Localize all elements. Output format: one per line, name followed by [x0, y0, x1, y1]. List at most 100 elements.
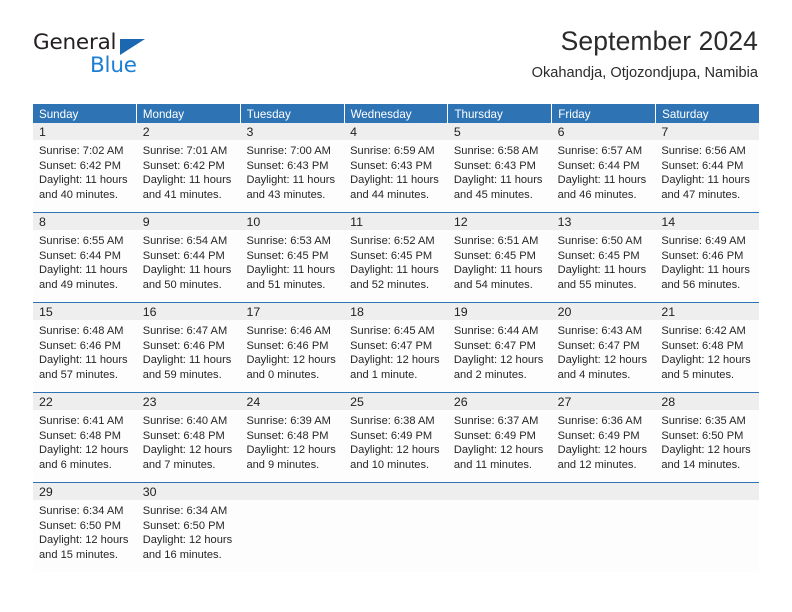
day-number[interactable]: 11 [344, 213, 448, 230]
day-number[interactable]: 28 [655, 393, 759, 410]
day-number[interactable]: 24 [240, 393, 344, 410]
weekday-header-wednesday: Wednesday [344, 104, 448, 123]
day-number[interactable]: 20 [552, 303, 656, 320]
sunset-time: Sunset: 6:45 PM [350, 249, 433, 262]
sunrise-time: Sunrise: 6:48 AM [39, 325, 124, 337]
day-number[interactable]: 10 [240, 213, 344, 230]
day-number[interactable]: 3 [240, 123, 344, 140]
day-number[interactable]: 23 [137, 393, 241, 410]
logo-text-general: General [33, 30, 117, 55]
day-cell[interactable]: Sunrise: 6:34 AM Sunset: 6:50 PM Daylight:… [33, 500, 137, 572]
daylight-duration-line2: and 43 minutes. [246, 188, 326, 201]
day-number[interactable]: 2 [137, 123, 241, 140]
weekday-header-tuesday: Tuesday [240, 104, 344, 123]
sunrise-time: Sunrise: 6:50 AM [557, 235, 643, 247]
day-cell[interactable]: Sunrise: 6:52 AM Sunset: 6:45 PM Daylight:… [344, 230, 448, 302]
sunset-time: Sunset: 6:47 PM [453, 339, 536, 352]
day-number[interactable]: 9 [137, 213, 241, 230]
day-number[interactable]: 17 [240, 303, 344, 320]
day-cell[interactable]: Sunrise: 6:56 AM Sunset: 6:44 PM Daylight:… [655, 140, 759, 212]
day-cell[interactable]: Sunrise: 6:55 AM Sunset: 6:44 PM Daylight:… [33, 230, 137, 302]
title-block: September 2024 Okahandja, Otjozondjupa, … [532, 24, 758, 85]
sunrise-time: Sunrise: 7:00 AM [246, 145, 331, 157]
day-cell[interactable]: Sunrise: 6:35 AM Sunset: 6:50 PM Daylight:… [655, 410, 759, 482]
daylight-duration-line2: and 16 minutes. [142, 548, 222, 561]
day-cell[interactable]: Sunrise: 6:42 AM Sunset: 6:48 PM Daylight:… [655, 320, 759, 392]
day-cell[interactable]: Sunrise: 6:34 AM Sunset: 6:50 PM Daylight:… [137, 500, 241, 572]
daylight-duration-line2: and 47 minutes. [661, 188, 741, 201]
day-number[interactable]: 13 [552, 213, 656, 230]
sunrise-time: Sunrise: 6:58 AM [453, 145, 539, 157]
day-detail-row: Sunrise: 6:48 AM Sunset: 6:46 PM Daylight:… [33, 320, 759, 392]
day-number[interactable]: 5 [448, 123, 552, 140]
day-number[interactable]: 19 [448, 303, 552, 320]
daylight-duration-line2: and 40 minutes. [39, 188, 118, 201]
day-cell[interactable]: Sunrise: 7:02 AM Sunset: 6:42 PM Daylight:… [33, 140, 137, 212]
daylight-duration-line1: Daylight: 12 hours [142, 444, 233, 457]
sunrise-time: Sunrise: 6:38 AM [350, 415, 435, 427]
day-number-row: 1234567 [33, 123, 759, 140]
day-cell[interactable]: Sunrise: 6:36 AM Sunset: 6:49 PM Daylight:… [552, 410, 656, 482]
day-number[interactable]: 7 [655, 123, 759, 140]
daylight-duration-line2: and 5 minutes. [661, 368, 735, 381]
generalblue-logo[interactable]: General Blue [33, 30, 253, 86]
weekday-header-saturday: Saturday [656, 104, 760, 123]
day-number[interactable]: 4 [344, 123, 448, 140]
day-cell[interactable]: Sunrise: 6:54 AM Sunset: 6:44 PM Daylight:… [137, 230, 241, 302]
daylight-duration-line1: Daylight: 11 hours [39, 354, 128, 367]
day-cell[interactable]: Sunrise: 6:48 AM Sunset: 6:46 PM Daylight:… [33, 320, 137, 392]
day-number[interactable]: 14 [655, 213, 759, 230]
daylight-duration-line1: Daylight: 12 hours [557, 354, 648, 367]
day-number[interactable]: 26 [448, 393, 552, 410]
day-number[interactable]: 29 [33, 483, 137, 500]
sunset-time: Sunset: 6:45 PM [246, 249, 329, 262]
day-cell[interactable]: Sunrise: 7:00 AM Sunset: 6:43 PM Daylight:… [240, 140, 344, 212]
day-cell[interactable]: Sunrise: 6:44 AM Sunset: 6:47 PM Daylight:… [448, 320, 552, 392]
day-number[interactable]: 15 [33, 303, 137, 320]
day-number[interactable]: 8 [33, 213, 137, 230]
day-detail-row: Sunrise: 6:41 AM Sunset: 6:48 PM Daylight:… [33, 410, 759, 482]
day-cell[interactable]: Sunrise: 6:39 AM Sunset: 6:48 PM Daylight:… [240, 410, 344, 482]
day-cell[interactable]: Sunrise: 6:40 AM Sunset: 6:48 PM Daylight:… [137, 410, 241, 482]
day-number-row: 8 9 10 11 12 13 14 [33, 213, 759, 230]
daylight-duration-line2: and 12 minutes. [557, 458, 637, 471]
day-cell[interactable]: Sunrise: 6:59 AM Sunset: 6:43 PM Daylight:… [344, 140, 448, 212]
day-cell[interactable]: Sunrise: 6:38 AM Sunset: 6:49 PM Daylight:… [344, 410, 448, 482]
day-cell[interactable]: Sunrise: 6:45 AM Sunset: 6:47 PM Daylight:… [344, 320, 448, 392]
day-cell[interactable]: Sunrise: 7:01 AM Sunset: 6:42 PM Daylight:… [137, 140, 241, 212]
day-number[interactable]: 12 [448, 213, 552, 230]
day-cell[interactable]: Sunrise: 6:46 AM Sunset: 6:46 PM Daylight:… [240, 320, 344, 392]
day-number[interactable]: 1 [33, 123, 137, 140]
day-number[interactable]: 30 [137, 483, 241, 500]
daylight-duration-line2: and 10 minutes. [350, 458, 430, 471]
day-number[interactable]: 16 [137, 303, 241, 320]
day-cell[interactable]: Sunrise: 6:37 AM Sunset: 6:49 PM Daylight:… [448, 410, 552, 482]
day-number[interactable]: 21 [655, 303, 759, 320]
day-cell[interactable]: Sunrise: 6:41 AM Sunset: 6:48 PM Daylight:… [33, 410, 137, 482]
calendar-week-row: 1 2 3 4 5 6 7 Sunrise: 7:02 AM Sunset: 6:42 PM Da… [33, 123, 759, 212]
sunset-time: Sunset: 6:50 PM [661, 429, 744, 442]
day-cell-empty [240, 500, 344, 572]
sunset-time: Sunset: 6:42 PM [39, 159, 122, 172]
day-cell[interactable]: Sunrise: 6:47 AM Sunset: 6:46 PM Daylight:… [137, 320, 241, 392]
day-number[interactable]: 27 [552, 393, 656, 410]
sunrise-time: Sunrise: 6:59 AM [350, 145, 435, 157]
day-number-empty [552, 483, 656, 500]
day-number[interactable]: 22 [33, 393, 137, 410]
day-cell[interactable]: Sunrise: 6:50 AM Sunset: 6:45 PM Daylight:… [552, 230, 656, 302]
day-cell[interactable]: Sunrise: 6:49 AM Sunset: 6:46 PM Daylight:… [655, 230, 759, 302]
sunset-time: Sunset: 6:46 PM [39, 339, 122, 352]
day-cell[interactable]: Sunrise: 6:57 AM Sunset: 6:44 PM Daylight:… [552, 140, 656, 212]
daylight-duration-line2: and 0 minutes. [246, 368, 320, 381]
day-number[interactable]: 6 [552, 123, 656, 140]
day-number[interactable]: 25 [344, 393, 448, 410]
day-cell[interactable]: Sunrise: 6:51 AM Sunset: 6:45 PM Daylight:… [448, 230, 552, 302]
day-cell[interactable]: Sunrise: 6:58 AM Sunset: 6:43 PM Daylight:… [448, 140, 552, 212]
day-cell[interactable]: Sunrise: 6:53 AM Sunset: 6:45 PM Daylight:… [240, 230, 344, 302]
day-number[interactable]: 18 [344, 303, 448, 320]
day-cell[interactable]: Sunrise: 6:43 AM Sunset: 6:47 PM Daylight:… [552, 320, 656, 392]
sunrise-time: Sunrise: 6:44 AM [453, 325, 539, 337]
daylight-duration-line1: Daylight: 11 hours [661, 264, 750, 277]
daylight-duration-line2: and 7 minutes. [142, 458, 216, 471]
sunrise-time: Sunrise: 6:36 AM [557, 415, 643, 427]
